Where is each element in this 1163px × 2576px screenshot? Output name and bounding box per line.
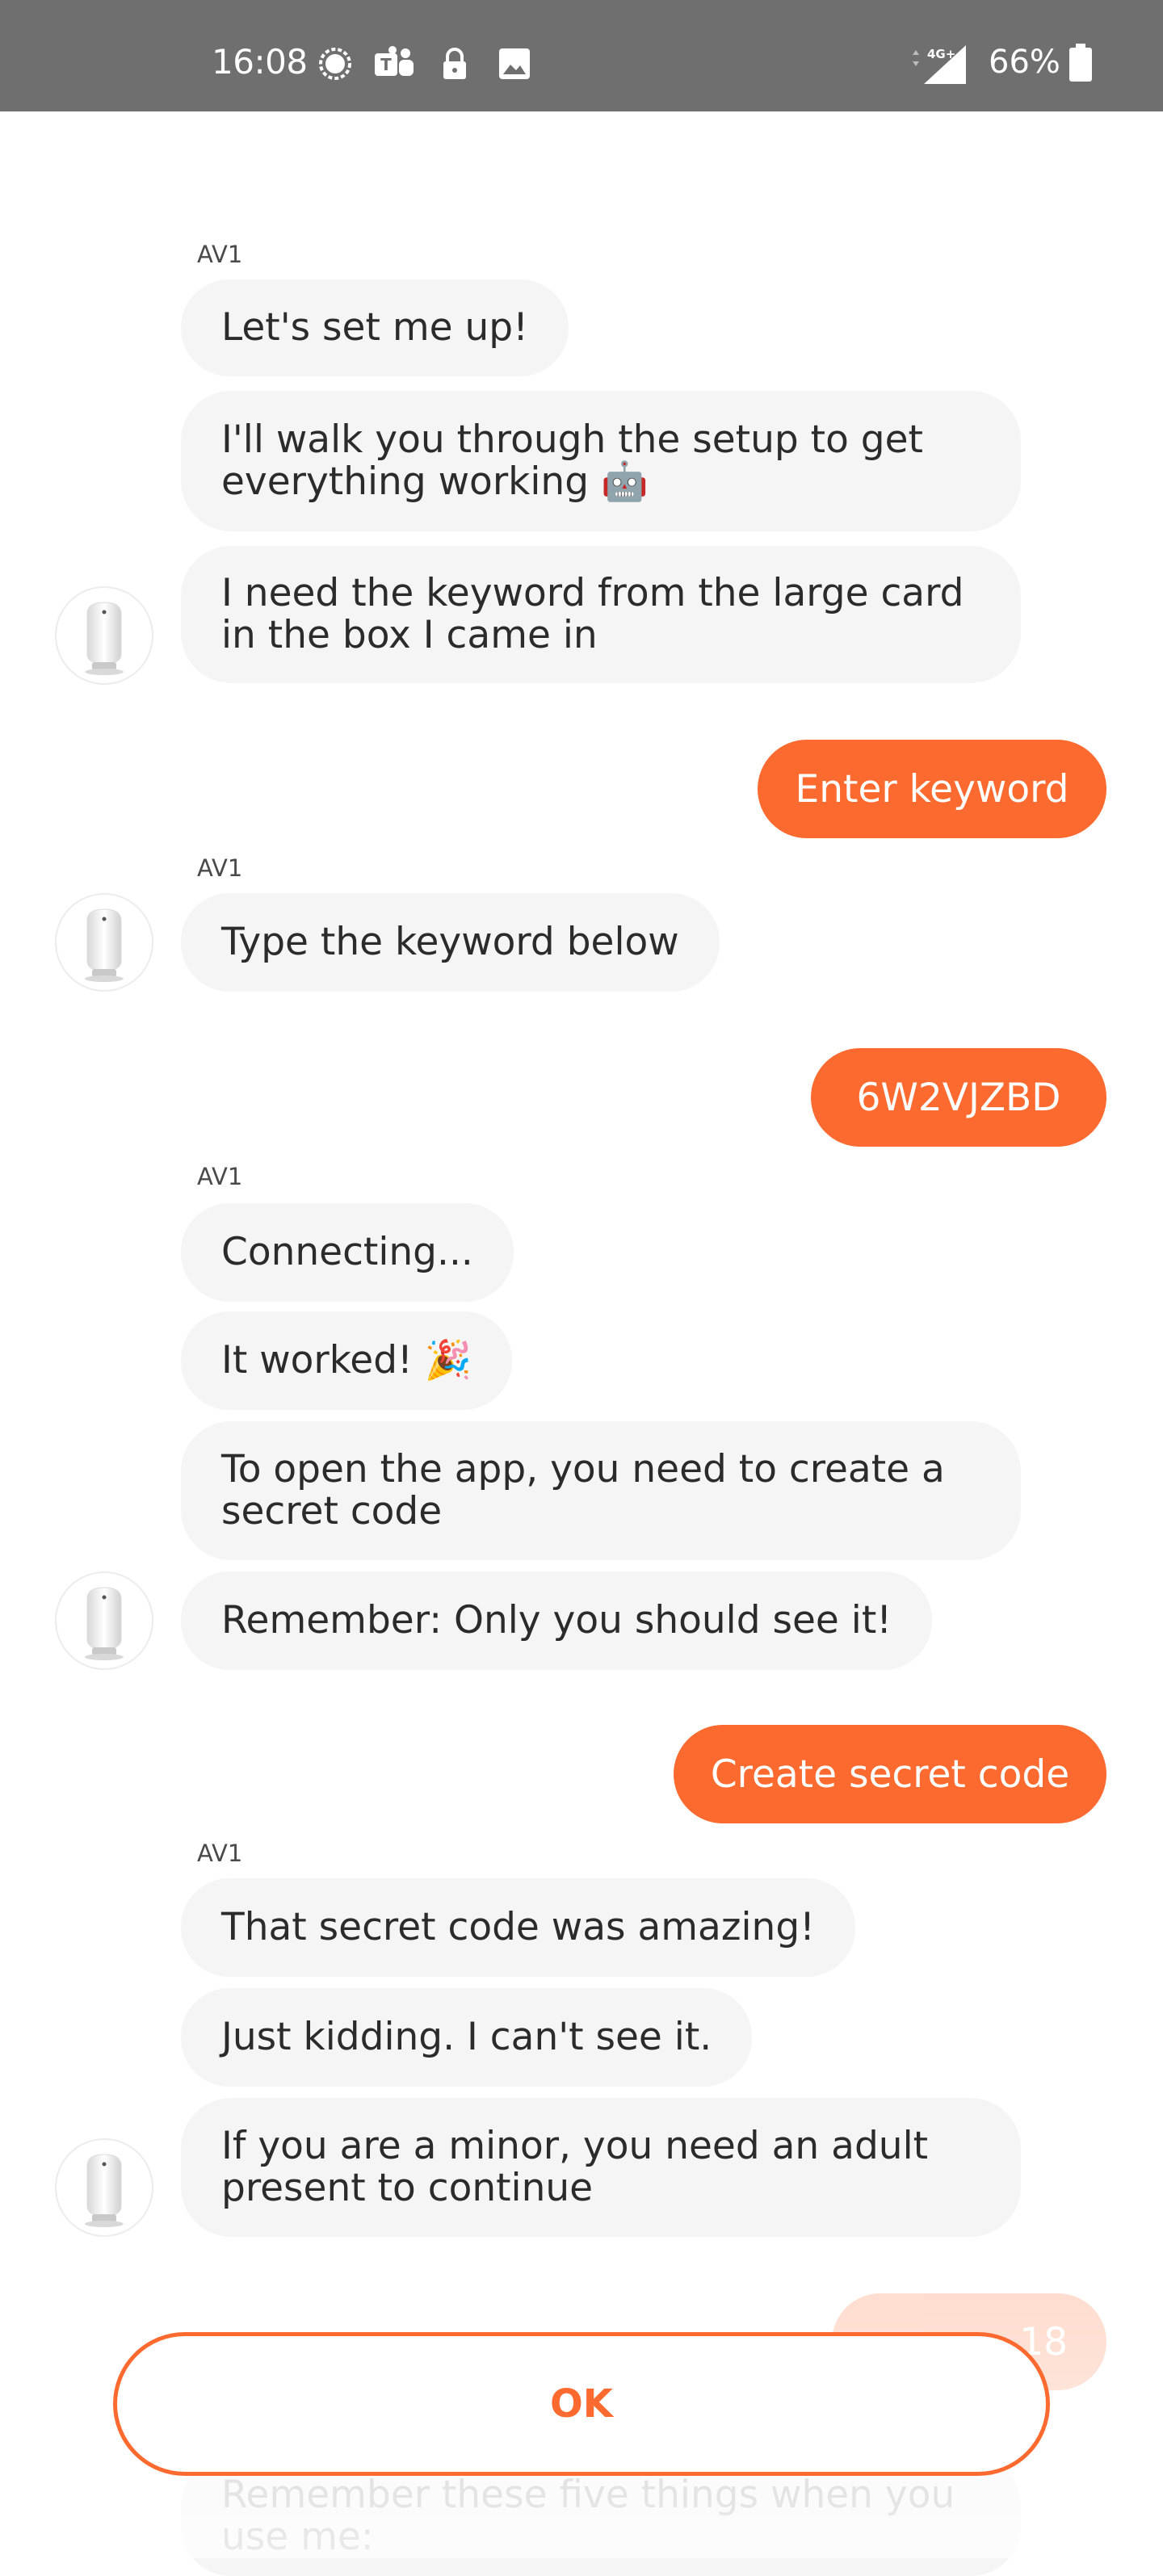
battery-percent: 66% xyxy=(989,44,1060,81)
robot-avatar-icon xyxy=(85,602,124,675)
sender-label: AV1 xyxy=(197,1163,243,1190)
bot-message: I need the keyword from the large card i… xyxy=(181,546,1021,683)
network-signal-icon: 4G+ xyxy=(913,45,966,84)
network-type-label: 4G+ xyxy=(927,47,955,61)
signal-messenger-icon xyxy=(319,48,351,80)
status-time: 16:08 xyxy=(212,42,308,82)
robot-avatar-icon xyxy=(85,1587,124,1660)
create-secret-code-button[interactable]: Create secret code xyxy=(674,1725,1106,1823)
keyword-reply: 6W2VJZBD xyxy=(811,1048,1106,1147)
bot-message: It worked! 🎉 xyxy=(181,1311,513,1410)
image-icon xyxy=(499,48,530,79)
sender-label: AV1 xyxy=(197,854,243,882)
robot-avatar-icon xyxy=(85,2154,124,2227)
bot-message: Remember: Only you should see it! xyxy=(181,1571,933,1670)
enter-keyword-button[interactable]: Enter keyword xyxy=(758,740,1106,838)
bot-message: Type the keyword below xyxy=(181,893,720,992)
bot-avatar xyxy=(55,1571,153,1670)
bot-avatar xyxy=(55,893,153,992)
bot-avatar xyxy=(55,2138,153,2237)
bot-message: If you are a minor, you need an adult pr… xyxy=(181,2098,1021,2237)
robot-avatar-icon xyxy=(85,908,124,982)
bot-avatar xyxy=(55,586,153,685)
status-bar: 16:08 T 4G+ 66% xyxy=(0,0,1163,111)
bot-message: Connecting... xyxy=(181,1203,514,1302)
teams-icon: T xyxy=(375,46,414,76)
sender-label: AV1 xyxy=(197,1840,243,1867)
bot-message: Just kidding. I can't see it. xyxy=(181,1988,753,2087)
bot-message: Let's set me up! xyxy=(181,279,569,376)
battery-icon xyxy=(1069,44,1092,82)
sender-label: AV1 xyxy=(197,241,243,268)
svg-text:T: T xyxy=(380,55,392,74)
bot-message: To open the app, you need to create a se… xyxy=(181,1421,1021,1560)
lock-icon xyxy=(443,48,466,79)
bot-message: That secret code was amazing! xyxy=(181,1878,856,1977)
bot-message: I'll walk you through the setup to get e… xyxy=(181,391,1021,531)
ok-button[interactable]: OK xyxy=(113,2332,1050,2476)
